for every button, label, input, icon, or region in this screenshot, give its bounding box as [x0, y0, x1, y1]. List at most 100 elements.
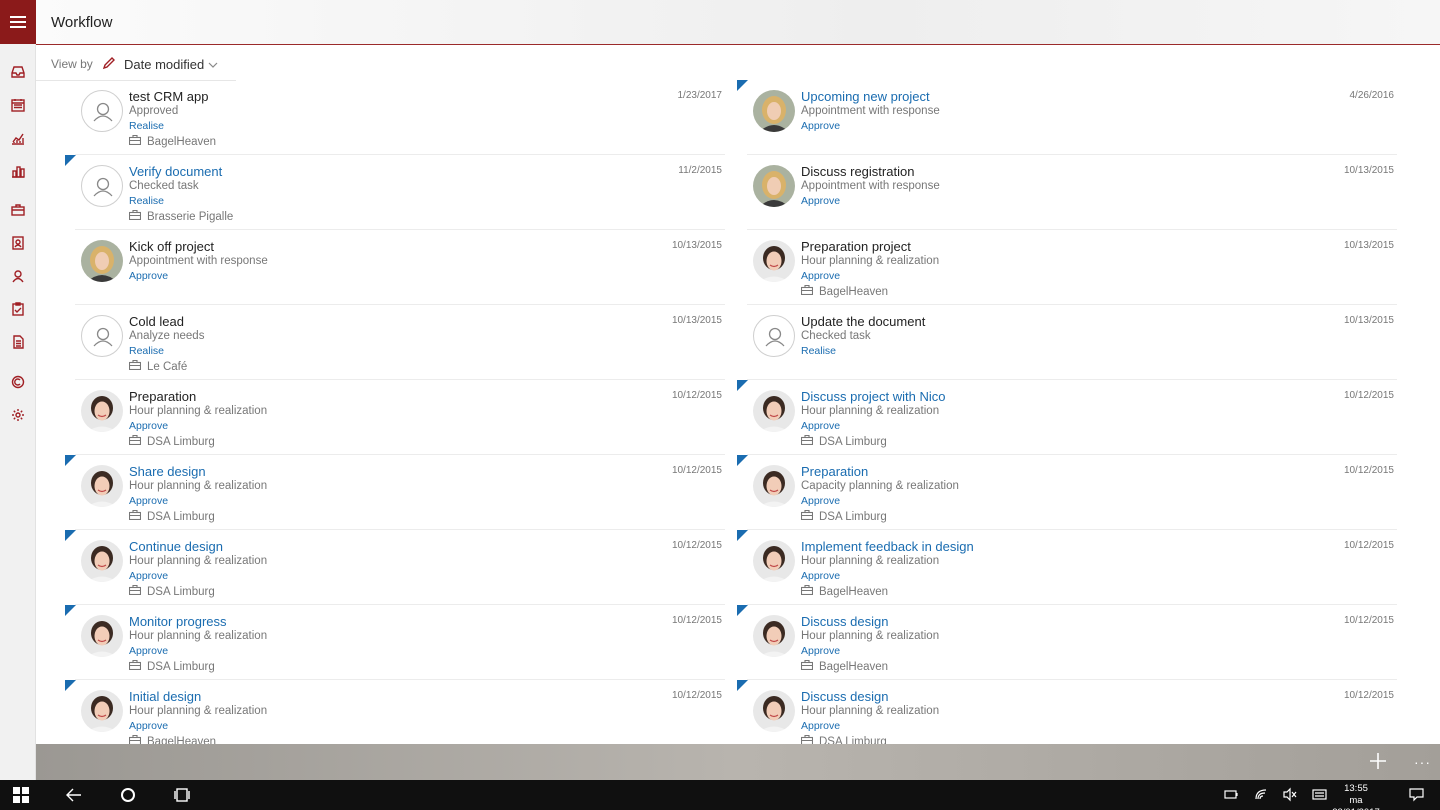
item-company: BagelHeaven [128, 734, 217, 745]
workflow-item[interactable]: test CRM app Approved Realise BagelHeaven 1/… [75, 80, 725, 155]
hamburger-menu-button[interactable] [0, 0, 36, 44]
windows-start-icon[interactable] [11, 785, 31, 805]
workflow-item[interactable]: Preparation Capacity planning & realizati… [737, 455, 1397, 530]
task-view-icon[interactable] [172, 785, 192, 805]
keyboard-icon[interactable] [1312, 787, 1328, 803]
item-title: Kick off project [129, 239, 215, 254]
view-by-value[interactable]: Date modified [124, 57, 204, 72]
company-name: DSA Limburg [147, 660, 215, 673]
item-action-link[interactable]: Realise [129, 345, 164, 357]
workflow-item[interactable]: Kick off project Appointment with respons… [75, 230, 725, 305]
item-action-link[interactable]: Approve [801, 270, 840, 282]
workflow-item[interactable]: Continue design Hour planning & realizati… [65, 530, 725, 605]
item-action-link[interactable]: Approve [801, 120, 840, 132]
company-name: Brasserie Pigalle [147, 210, 234, 223]
contact-card-icon[interactable] [10, 235, 26, 251]
item-date: 10/12/2015 [671, 615, 722, 626]
workflow-item[interactable]: Preparation project Hour planning & reali… [747, 230, 1397, 305]
avatar [753, 390, 795, 432]
company-icon [800, 734, 819, 744]
nav-rail [0, 0, 36, 780]
item-company: DSA Limburg [800, 509, 887, 523]
avatar [81, 390, 123, 432]
company-name: DSA Limburg [147, 585, 215, 598]
item-subtitle: Hour planning & realization [801, 555, 940, 567]
avatar [81, 315, 123, 357]
company-icon [128, 209, 147, 223]
workflow-item[interactable]: Upcoming new project Appointment with res… [737, 80, 1397, 155]
item-action-link[interactable]: Approve [129, 420, 168, 432]
volume-muted-icon[interactable] [1282, 787, 1298, 803]
item-action-link[interactable]: Approve [801, 495, 840, 507]
item-action-link[interactable]: Realise [129, 195, 164, 207]
company-icon [128, 509, 147, 523]
avatar [753, 165, 795, 207]
cortana-circle-icon[interactable] [118, 785, 138, 805]
company-icon [128, 584, 147, 598]
document-icon[interactable] [10, 334, 26, 350]
workflow-item[interactable]: Update the document Checked task Realise 10… [747, 305, 1397, 380]
workflow-item[interactable]: Discuss project with Nico Hour planning &… [737, 380, 1397, 455]
workflow-item[interactable]: Implement feedback in design Hour plannin… [737, 530, 1397, 605]
item-action-link[interactable]: Approve [801, 720, 840, 732]
avatar [753, 315, 795, 357]
workflow-item[interactable]: Initial design Hour planning & realizatio… [65, 680, 725, 745]
item-action-link[interactable]: Approve [801, 420, 840, 432]
item-date: 10/12/2015 [671, 690, 722, 701]
bar-chart-icon[interactable] [10, 163, 26, 179]
item-title: Preparation project [801, 239, 911, 254]
item-title: Cold lead [129, 314, 184, 329]
taskbar-clock[interactable]: 13:55 ma 23/01/2017 [1331, 783, 1381, 810]
clipboard-check-icon[interactable] [10, 301, 26, 317]
item-action-link[interactable]: Approve [129, 720, 168, 732]
inbox-icon[interactable] [10, 64, 26, 80]
item-action-link[interactable]: Approve [129, 645, 168, 657]
item-date: 10/12/2015 [671, 540, 722, 551]
left-column: test CRM app Approved Realise BagelHeaven 1/… [65, 80, 725, 745]
calendar-icon[interactable] [10, 97, 26, 113]
item-action-link[interactable]: Realise [129, 120, 164, 132]
more-options-button[interactable]: ··· [1414, 754, 1431, 770]
unread-flag-icon [65, 530, 76, 541]
workflow-item[interactable]: Share design Hour planning & realization A… [65, 455, 725, 530]
back-arrow-icon[interactable] [64, 785, 84, 805]
item-action-link[interactable]: Approve [129, 270, 168, 282]
item-action-link[interactable]: Approve [801, 195, 840, 207]
item-title: Share design [129, 464, 206, 479]
item-action-link[interactable]: Approve [129, 495, 168, 507]
briefcase-icon[interactable] [10, 202, 26, 218]
battery-icon[interactable] [1224, 787, 1240, 803]
item-action-link[interactable]: Realise [801, 345, 836, 357]
avatar [81, 90, 123, 132]
company-icon [128, 134, 147, 148]
item-company: Brasserie Pigalle [128, 209, 234, 223]
item-subtitle: Hour planning & realization [129, 480, 268, 492]
item-action-link[interactable]: Approve [801, 570, 840, 582]
company-name: BagelHeaven [819, 285, 889, 298]
workflow-item[interactable]: Discuss design Hour planning & realizatio… [737, 680, 1397, 744]
workflow-item[interactable]: Preparation Hour planning & realization Ap… [75, 380, 725, 455]
person-icon[interactable] [10, 268, 26, 284]
item-title: Preparation [129, 389, 197, 404]
avatar [753, 615, 795, 657]
item-action-link[interactable]: Approve [129, 570, 168, 582]
workflow-item[interactable]: Verify document Checked task Realise Brasse… [65, 155, 725, 230]
view-by-selector[interactable]: View by Date modified [36, 45, 236, 81]
workflow-item[interactable]: Monitor progress Hour planning & realizat… [65, 605, 725, 680]
sales-chart-icon[interactable] [10, 130, 26, 146]
company-name: DSA Limburg [819, 510, 887, 523]
workflow-item[interactable]: Discuss design Hour planning & realizatio… [737, 605, 1397, 680]
wifi-icon[interactable] [1254, 787, 1270, 803]
item-action-link[interactable]: Approve [801, 645, 840, 657]
refresh-circle-icon[interactable] [10, 374, 26, 390]
add-button[interactable] [1369, 752, 1387, 770]
gear-icon[interactable] [10, 407, 26, 423]
workflow-item[interactable]: Discuss registration Appointment with res… [747, 155, 1397, 230]
company-name: BagelHeaven [147, 735, 217, 745]
company-icon [800, 284, 819, 298]
action-center-icon[interactable] [1409, 787, 1425, 803]
workflow-item[interactable]: Cold lead Analyze needs Realise Le Café 10/1… [75, 305, 725, 380]
chevron-down-icon[interactable] [208, 57, 218, 68]
unread-flag-icon [737, 380, 748, 391]
item-date: 10/12/2015 [671, 390, 722, 401]
